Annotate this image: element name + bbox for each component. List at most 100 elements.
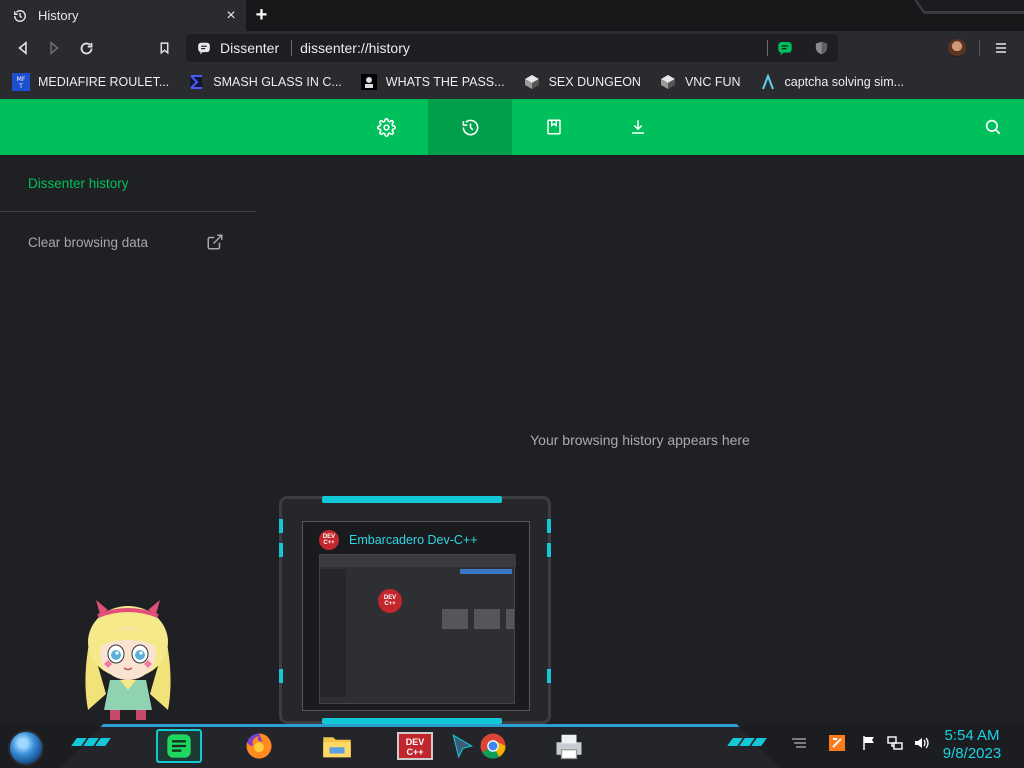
- taskbar-app-printer[interactable]: [546, 729, 592, 763]
- taskbar-app-file-explorer[interactable]: [314, 729, 360, 763]
- start-button[interactable]: [8, 730, 44, 766]
- thumbnail-sidebar: [320, 569, 346, 697]
- taskbar: DEV C++: [0, 724, 1024, 768]
- bookmark-item-2[interactable]: SMASH GLASS IN C...: [187, 73, 342, 91]
- svg-text:MF: MF: [17, 76, 26, 83]
- sidebar-item-dissenter-history[interactable]: Dissenter history: [28, 176, 129, 191]
- search-icon: [985, 119, 1001, 135]
- taskbar-clock[interactable]: 5:54 AM 9/8/2023: [936, 727, 1008, 763]
- preview-frame-accent: [322, 496, 502, 503]
- taskbar-preview-devcpp[interactable]: DEV C++ Embarcadero Dev-C++ DEV C++: [279, 496, 551, 724]
- tab-bookmarks[interactable]: [512, 99, 596, 155]
- bookmark-label: captcha solving sim...: [784, 75, 905, 89]
- address-separator: [291, 40, 293, 56]
- search-button[interactable]: [978, 99, 1008, 155]
- bookmarks-bar: MF T MEDIAFIRE ROULET... SMASH GLASS IN C…: [0, 65, 1024, 99]
- url-text[interactable]: dissenter://history: [300, 40, 767, 56]
- taskbar-app-chrome[interactable]: [470, 729, 516, 763]
- folder-icon: [323, 737, 351, 758]
- forward-icon: [50, 41, 59, 55]
- firefox-icon: [246, 733, 272, 759]
- back-icon: [18, 41, 27, 55]
- tab-history[interactable]: [428, 99, 512, 155]
- history-icon: [12, 8, 28, 24]
- close-icon[interactable]: ×: [222, 7, 240, 25]
- preview-frame-accent: [279, 543, 283, 557]
- sidebar-divider: [0, 211, 256, 212]
- volume-icon[interactable]: [912, 734, 930, 752]
- download-icon: [632, 120, 644, 134]
- thumbnail-card: [506, 609, 514, 629]
- bookmark-label: SMASH GLASS IN C...: [213, 75, 342, 89]
- thumbnail-highlight: [460, 569, 512, 574]
- gear-icon: [376, 117, 396, 137]
- preview-title: Embarcadero Dev-C++: [349, 533, 478, 547]
- new-tab-button[interactable]: +: [250, 4, 273, 26]
- back-button[interactable]: [12, 37, 34, 59]
- preview-window: DEV C++ Embarcadero Dev-C++ DEV C++: [302, 521, 530, 711]
- bookmark-item-4[interactable]: SEX DUNGEON: [523, 73, 641, 91]
- bookmark-button[interactable]: [153, 37, 175, 59]
- notes-app-icon: [167, 734, 191, 758]
- flag-icon[interactable]: [860, 734, 878, 752]
- bookmark-item-3[interactable]: WHATS THE PASS...: [360, 73, 505, 91]
- preview-frame-accent: [547, 669, 551, 683]
- preview-frame-accent: [279, 669, 283, 683]
- reload-icon: [80, 42, 92, 54]
- reload-button[interactable]: [75, 37, 97, 59]
- character-sticker: [85, 600, 171, 720]
- preview-header: DEV C++ Embarcadero Dev-C++: [319, 530, 478, 550]
- thumbnail-card: [474, 609, 500, 629]
- mask-icon: [360, 73, 378, 91]
- hamburger-icon: [996, 43, 1006, 53]
- address-separator-2: [767, 40, 768, 56]
- bookmarks-icon: [547, 119, 561, 135]
- menu-button[interactable]: [991, 38, 1011, 58]
- bookmark-item-5[interactable]: VNC FUN: [659, 73, 741, 91]
- tab-history[interactable]: History ×: [0, 0, 246, 31]
- toolbar-divider: [979, 40, 980, 56]
- preview-frame-accent: [279, 519, 283, 533]
- printer-icon: [556, 734, 582, 760]
- mediafire-icon: MF T: [12, 73, 30, 91]
- taskbar-app-notes[interactable]: [156, 729, 202, 763]
- screen: History × + Dissenter dissenter://histor…: [0, 0, 1024, 768]
- preview-frame-accent: [547, 519, 551, 533]
- taskbar-app-devcpp[interactable]: DEV C++: [392, 729, 438, 763]
- bookmark-item-1[interactable]: MF T MEDIAFIRE ROULET...: [12, 73, 169, 91]
- profile-avatar[interactable]: [948, 39, 966, 57]
- devcpp-logo-icon: DEV C++: [319, 530, 339, 550]
- chrome-icon: [480, 733, 506, 759]
- clear-browsing-data-link[interactable]: Clear browsing data: [28, 232, 224, 252]
- lambda-icon: [759, 73, 777, 91]
- thumbnail-menubar: [320, 555, 516, 567]
- address-bar[interactable]: Dissenter dissenter://history: [186, 34, 838, 62]
- dissenter-nav-bar: [0, 99, 1024, 155]
- bookmark-item-6[interactable]: captcha solving sim...: [759, 73, 905, 91]
- dissenter-site-icon: [196, 40, 212, 56]
- system-tray: [790, 734, 930, 752]
- taskbar-app-firefox[interactable]: [236, 729, 282, 763]
- external-link-icon: [207, 234, 223, 250]
- tab-downloads[interactable]: [596, 99, 680, 155]
- tray-overflow-icon[interactable]: [790, 734, 808, 752]
- svg-text:T: T: [18, 83, 23, 90]
- empty-history-message: Your browsing history appears here: [530, 432, 750, 448]
- sigma-icon: [187, 73, 205, 91]
- shield-icon[interactable]: [812, 39, 830, 57]
- tab-settings[interactable]: [344, 99, 428, 155]
- tray-app-icon[interactable]: [828, 734, 846, 752]
- toolbar: Dissenter dissenter://history: [0, 31, 1024, 65]
- devcpp-logo-icon: DEV C++: [378, 589, 402, 613]
- dissenter-extension-icon[interactable]: [776, 39, 794, 57]
- preview-frame-accent: [547, 543, 551, 557]
- clear-browsing-data-label: Clear browsing data: [28, 234, 149, 250]
- tab-strip: History × +: [0, 0, 1024, 31]
- forward-button[interactable]: [43, 37, 65, 59]
- bookmark-label: WHATS THE PASS...: [385, 75, 505, 89]
- bookmark-label: SEX DUNGEON: [548, 75, 641, 89]
- vnc-icon: [523, 73, 541, 91]
- preview-thumbnail: DEV C++: [319, 554, 516, 704]
- network-icon[interactable]: [886, 734, 904, 752]
- bookmark-label: VNC FUN: [684, 75, 741, 89]
